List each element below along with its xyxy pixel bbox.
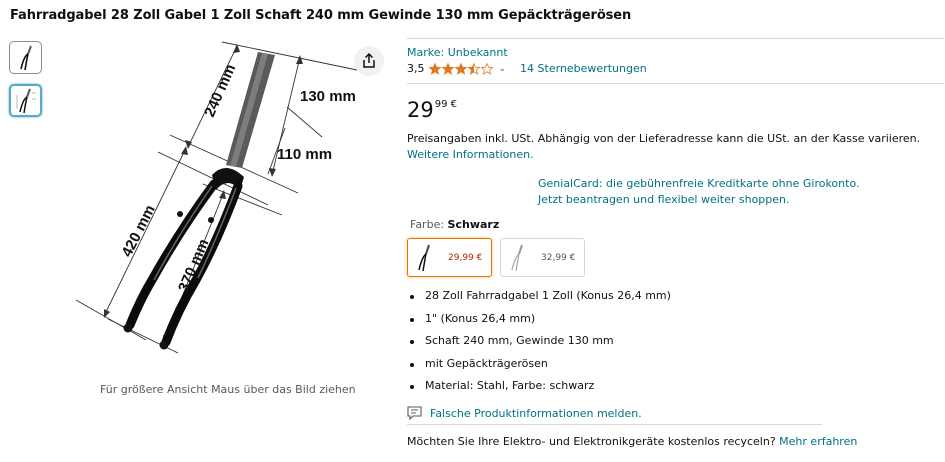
more-info-link[interactable]: Weitere Informationen.: [407, 148, 534, 161]
bullet-item: 28 Zoll Fahrradgabel 1 Zoll (Konus 26,4 …: [407, 289, 671, 312]
dim-130-label: 130 mm: [300, 88, 356, 105]
genialcard-promo[interactable]: GenialCard: die gebührenfreie Kreditkart…: [538, 176, 859, 208]
color-label: Farbe: Schwarz: [410, 218, 499, 231]
star-rating[interactable]: [428, 62, 493, 75]
chevron-down-icon[interactable]: ⌄: [499, 64, 507, 74]
price-whole: 29: [407, 98, 434, 122]
thumbnail-2[interactable]: [9, 84, 42, 117]
swatch-black-fork-icon: [408, 240, 440, 276]
thumbnail-1[interactable]: [9, 41, 42, 74]
image-hover-hint: Für größere Ansicht Maus über das Bild z…: [100, 383, 356, 396]
divider-rating: [407, 83, 944, 84]
fork-dimension-thumbnail-icon: [16, 88, 36, 113]
rating-row: 3,5 ⌄ 14 Sternebewertungen: [407, 62, 647, 75]
share-icon: [363, 53, 375, 68]
brand-link[interactable]: Marke: Unbekannt: [407, 46, 508, 59]
swatch-price-2: 32,99 €: [541, 252, 576, 263]
fork-thumbnail-icon: [19, 45, 32, 70]
main-product-image[interactable]: 240 mm 130 mm 110 mm 420 mm 370 mm: [60, 35, 380, 365]
color-value: Schwarz: [447, 218, 500, 231]
stars-icon: [428, 62, 493, 74]
recycle-text: Möchten Sie Ihre Elektro- und Elektronik…: [407, 435, 780, 448]
fork-dimension-drawing: 240 mm 130 mm 110 mm 420 mm 370 mm: [75, 41, 358, 354]
genialcard-line2[interactable]: Jetzt beantragen und flexibel weiter sho…: [538, 192, 859, 208]
recycle-info: Möchten Sie Ihre Elektro- und Elektronik…: [407, 435, 857, 448]
report-link[interactable]: Falsche Produktinformationen melden.: [430, 407, 642, 420]
price-fraction: 99 €: [434, 99, 457, 110]
price: 2999 €: [407, 98, 457, 122]
report-incorrect-info[interactable]: Falsche Produktinformationen melden.: [407, 406, 642, 420]
dim-240-label: 240 mm: [201, 62, 239, 120]
share-button[interactable]: [354, 46, 384, 76]
rating-value: 3,5: [407, 62, 425, 75]
swatch-silver-fork-icon: [501, 240, 533, 276]
reviews-link[interactable]: 14 Sternebewertungen: [520, 62, 647, 75]
bullet-item: mit Gepäckträgerösen: [407, 357, 671, 380]
tax-info: Preisangaben inkl. USt. Abhängig von der…: [407, 131, 927, 163]
thumbnail-list: [9, 41, 42, 127]
bullet-item: 1" (Konus 26,4 mm): [407, 312, 671, 335]
dim-420-label: 420 mm: [118, 202, 159, 260]
swatch-price-1: 29,99 €: [448, 252, 483, 263]
color-label-text: Farbe:: [410, 218, 448, 231]
tax-text: Preisangaben inkl. USt. Abhängig von der…: [407, 132, 921, 145]
genialcard-line1[interactable]: GenialCard: die gebührenfreie Kreditkart…: [538, 176, 859, 192]
dim-110-label: 110 mm: [277, 146, 332, 163]
feature-bullets: 28 Zoll Fahrradgabel 1 Zoll (Konus 26,4 …: [407, 289, 671, 402]
swatch-silber[interactable]: 32,99 €: [500, 238, 585, 277]
comment-icon: [407, 406, 422, 420]
divider-top: [407, 38, 944, 39]
product-title: Fahrradgabel 28 Zoll Gabel 1 Zoll Schaft…: [10, 8, 632, 23]
bullet-item: Material: Stahl, Farbe: schwarz: [407, 379, 671, 402]
recycle-link[interactable]: Mehr erfahren: [779, 435, 857, 448]
divider-report: [407, 424, 822, 425]
swatch-schwarz[interactable]: 29,99 €: [407, 238, 492, 277]
bullet-item: Schaft 240 mm, Gewinde 130 mm: [407, 334, 671, 357]
